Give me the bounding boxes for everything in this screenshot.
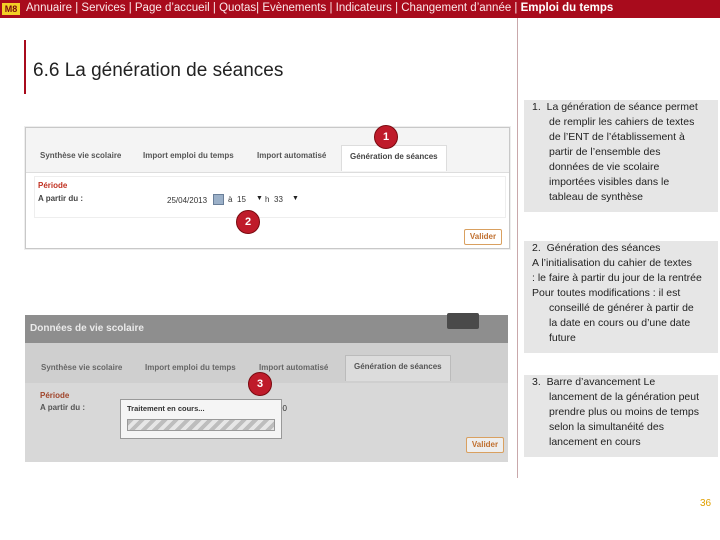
- date-field[interactable]: 25/04/2013: [167, 196, 207, 205]
- title-accent-rule: [24, 40, 26, 94]
- tab-bar: Synthèse vie scolaire Import emploi du t…: [26, 128, 509, 173]
- nav-current[interactable]: Emploi du temps: [517, 2, 614, 14]
- validate-button[interactable]: Valider: [464, 229, 502, 245]
- tab-import-edt[interactable]: Import emploi du temps: [145, 363, 236, 372]
- chevron-down-icon[interactable]: ▼: [256, 195, 263, 202]
- note-line: selon la simultanéité des: [549, 421, 664, 433]
- note-number: 3.: [532, 376, 541, 388]
- note-line: La génération de séance permet: [546, 101, 698, 113]
- note-1: 1. La génération de séance permet de rem…: [524, 100, 718, 212]
- from-label: A partir du :: [40, 403, 86, 412]
- chevron-down-icon[interactable]: ▼: [292, 195, 299, 202]
- callout-badge-2: 2: [236, 210, 260, 234]
- note-line: de remplir les cahiers de textes: [549, 116, 695, 128]
- note-line: prendre plus ou moins de temps: [549, 406, 699, 418]
- tab-generation[interactable]: Génération de séances: [341, 145, 447, 171]
- note-line: Pour toutes modifications : il est: [532, 287, 681, 299]
- note-number: 1.: [532, 101, 541, 113]
- top-nav-bar: M8 Annuaire | Services | Page d’accueil …: [0, 0, 720, 18]
- callout-badge-3: 3: [248, 372, 272, 396]
- note-line: la date en cours ou d’une date: [549, 317, 691, 329]
- note-line: Génération des séances: [546, 242, 661, 254]
- validate-button[interactable]: Valider: [466, 437, 504, 453]
- note-line: A l’initialisation du cahier de textes: [532, 257, 692, 269]
- note-line: importées visibles dans le: [549, 176, 670, 188]
- note-line: lancement en cours: [549, 436, 641, 448]
- panel-header: Données de vie scolaire: [25, 315, 508, 343]
- nav-links[interactable]: Annuaire | Services | Page d’accueil | Q…: [26, 2, 517, 14]
- note-line: tableau de synthèse: [549, 191, 643, 203]
- screenshot-generation-form: Synthèse vie scolaire Import emploi du t…: [25, 127, 510, 249]
- note-line: partir de l’ensemble des: [549, 146, 661, 158]
- progress-title: Traitement en cours...: [127, 404, 205, 413]
- note-line: Barre d’avancement Le: [546, 376, 656, 388]
- calendar-icon[interactable]: [213, 194, 224, 205]
- note-line: de l’ENT de l’établissement à: [549, 131, 685, 143]
- note-line: future: [549, 332, 576, 344]
- period-section: [34, 176, 506, 218]
- m8-logo: M8: [2, 3, 20, 15]
- progress-dialog: Traitement en cours...: [120, 399, 282, 439]
- progress-bar: [127, 419, 275, 431]
- tab-import-edt[interactable]: Import emploi du temps: [143, 151, 234, 160]
- note-line: données de vie scolaire: [549, 161, 660, 173]
- tab-synthese[interactable]: Synthèse vie scolaire: [40, 151, 121, 160]
- tab-import-auto[interactable]: Import automatisé: [259, 363, 328, 372]
- period-title: Période: [38, 181, 68, 190]
- column-divider: [517, 18, 518, 478]
- export-icon: [447, 313, 479, 329]
- tab-synthese[interactable]: Synthèse vie scolaire: [41, 363, 122, 372]
- hour-prefix: à: [228, 195, 233, 204]
- hour-select[interactable]: 15: [237, 195, 246, 204]
- panel-title: Données de vie scolaire: [30, 323, 144, 334]
- page-number: 36: [700, 498, 712, 509]
- nav-menu[interactable]: Annuaire | Services | Page d’accueil | Q…: [26, 2, 613, 14]
- note-line: : le faire à partir du jour de la rentré…: [532, 272, 702, 284]
- note-3: 3. Barre d’avancement Le lancement de la…: [524, 375, 718, 457]
- tab-import-auto[interactable]: Import automatisé: [257, 151, 326, 160]
- page-title: 6.6 La génération de séances: [33, 60, 284, 81]
- tab-generation[interactable]: Génération de séances: [345, 355, 451, 381]
- minute-select[interactable]: 33: [274, 195, 283, 204]
- note-line: conseillé de générer à partir de: [549, 302, 694, 314]
- callout-badge-1: 1: [374, 125, 398, 149]
- period-title: Période: [40, 391, 70, 400]
- minute-prefix: h: [265, 195, 270, 204]
- note-line: lancement de la génération peut: [549, 391, 700, 403]
- from-label: A partir du :: [38, 194, 84, 203]
- note-number: 2.: [532, 242, 541, 254]
- note-2: 2. Génération des séances A l’initialisa…: [524, 241, 718, 353]
